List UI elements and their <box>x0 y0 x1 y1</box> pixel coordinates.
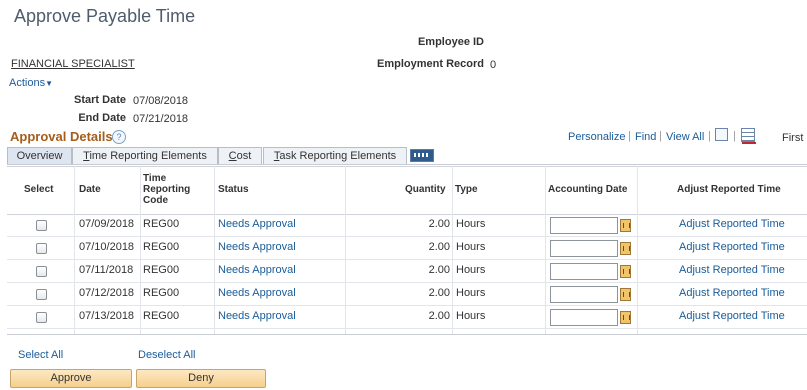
calendar-icon[interactable] <box>620 242 631 255</box>
calendar-icon[interactable] <box>620 265 631 278</box>
view-all-link[interactable]: View All <box>666 131 704 143</box>
row-status-link[interactable]: Needs Approval <box>218 236 296 259</box>
adjust-reported-time-link[interactable]: Adjust Reported Time <box>679 259 785 282</box>
end-date-label: End Date <box>78 112 126 124</box>
first-label: First <box>782 132 804 144</box>
page-title: Approve Payable Time <box>14 6 196 26</box>
nav-separator: | <box>708 130 711 142</box>
row-select-checkbox[interactable] <box>36 312 47 323</box>
row-type: Hours <box>456 287 486 299</box>
nav-separator: | <box>733 130 736 142</box>
col-status: Status <box>218 184 249 195</box>
row-quantity: 2.00 <box>428 310 450 322</box>
accounting-date-input[interactable] <box>550 286 618 303</box>
employment-record-value: 0 <box>490 59 497 71</box>
col-date: Date <box>79 184 101 195</box>
grid-footer-divider <box>7 334 807 335</box>
row-type: Hours <box>456 310 486 322</box>
actions-menu[interactable]: Actions▼ <box>9 77 53 89</box>
tab-time-reporting-elements[interactable]: Time Reporting Elements <box>72 147 218 164</box>
accounting-date-input[interactable] <box>550 240 618 257</box>
actions-label: Actions <box>9 77 46 89</box>
chevron-down-icon: ▼ <box>45 79 53 88</box>
row-status-link[interactable]: Needs Approval <box>218 282 296 305</box>
adjust-reported-time-link[interactable]: Adjust Reported Time <box>679 236 785 259</box>
download-grid-icon[interactable] <box>741 128 756 144</box>
row-status-link[interactable]: Needs Approval <box>218 305 296 328</box>
row-trc: REG00 <box>143 287 180 299</box>
row-date: 07/12/2018 <box>79 287 135 299</box>
row-type: Hours <box>456 264 486 276</box>
row-trc: REG00 <box>143 218 180 230</box>
personalize-link[interactable]: Personalize <box>568 131 625 143</box>
deselect-all-link[interactable]: Deselect All <box>138 349 195 361</box>
employee-id-label: Employee ID <box>417 36 484 48</box>
calendar-icon[interactable] <box>620 219 631 232</box>
job-title: FINANCIAL SPECIALIST <box>11 58 135 70</box>
tabs-divider <box>7 164 807 165</box>
help-icon[interactable]: ? <box>112 130 126 144</box>
section-title: Approval Details <box>10 129 113 144</box>
col-select: Select <box>24 184 54 195</box>
zoom-grid-icon[interactable] <box>715 128 728 141</box>
row-select-checkbox[interactable] <box>36 243 47 254</box>
row-quantity: 2.00 <box>428 241 450 253</box>
row-status-link[interactable]: Needs Approval <box>218 259 296 282</box>
tab-overview[interactable]: Overview <box>7 147 72 165</box>
calendar-icon[interactable] <box>620 311 631 324</box>
end-date-value: 07/21/2018 <box>133 113 189 125</box>
select-all-link[interactable]: Select All <box>18 349 63 361</box>
show-all-columns-icon[interactable] <box>410 149 434 162</box>
tab-cost[interactable]: Cost <box>218 147 262 164</box>
adjust-reported-time-link[interactable]: Adjust Reported Time <box>679 213 785 236</box>
row-select-checkbox[interactable] <box>36 266 47 277</box>
deny-button[interactable]: Deny <box>136 369 266 388</box>
row-quantity: 2.00 <box>428 264 450 276</box>
row-select-checkbox[interactable] <box>36 289 47 300</box>
col-trc-line3: Code <box>143 195 168 206</box>
tab-task-reporting-elements[interactable]: Task Reporting Elements <box>263 147 407 164</box>
find-link[interactable]: Find <box>635 131 656 143</box>
col-quantity: Quantity <box>405 184 446 195</box>
start-date-label: Start Date <box>74 94 126 106</box>
row-status-link[interactable]: Needs Approval <box>218 213 296 236</box>
employment-record-label: Employment Record <box>377 58 484 70</box>
row-date: 07/11/2018 <box>79 264 134 276</box>
row-trc: REG00 <box>143 310 180 322</box>
approve-button[interactable]: Approve <box>10 369 132 388</box>
nav-separator: | <box>659 130 662 142</box>
col-trc-line2: Reporting <box>143 184 191 195</box>
col-adjust-reported-time: Adjust Reported Time <box>677 184 781 195</box>
start-date-value: 07/08/2018 <box>133 95 189 107</box>
accounting-date-input[interactable] <box>550 309 618 326</box>
adjust-reported-time-link[interactable]: Adjust Reported Time <box>679 282 785 305</box>
col-trc-line1: Time <box>143 173 167 184</box>
col-time-reporting-code: Time Reporting Code <box>143 166 190 213</box>
row-type: Hours <box>456 218 486 230</box>
accounting-date-input[interactable] <box>550 263 618 280</box>
accounting-date-input[interactable] <box>550 217 618 234</box>
row-select-checkbox[interactable] <box>36 220 47 231</box>
row-type: Hours <box>456 241 486 253</box>
row-trc: REG00 <box>143 241 180 253</box>
row-trc: REG00 <box>143 264 180 276</box>
row-quantity: 2.00 <box>428 218 450 230</box>
calendar-icon[interactable] <box>620 288 631 301</box>
row-quantity: 2.00 <box>428 287 450 299</box>
row-date: 07/13/2018 <box>79 310 135 322</box>
row-date: 07/10/2018 <box>79 241 135 253</box>
col-type: Type <box>455 184 478 195</box>
row-date: 07/09/2018 <box>79 218 135 230</box>
col-accounting-date: Accounting Date <box>548 184 628 195</box>
adjust-reported-time-link[interactable]: Adjust Reported Time <box>679 305 785 328</box>
nav-separator: | <box>628 130 631 142</box>
